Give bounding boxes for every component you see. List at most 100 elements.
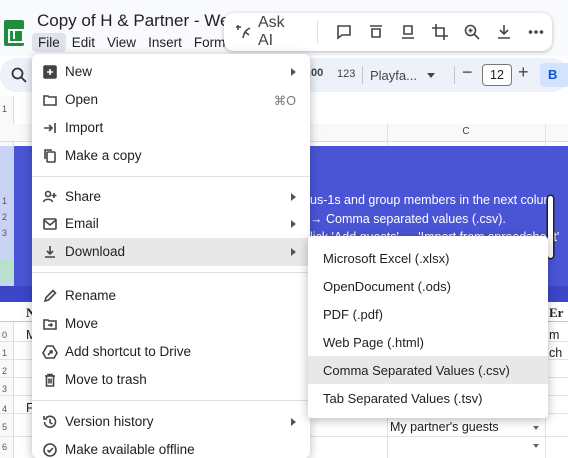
submenu-arrow-icon [291,418,296,426]
menu-item-move[interactable]: Move [32,310,310,338]
decrease-font-size-button[interactable]: − [462,62,473,83]
trash-icon [42,372,58,388]
menu-item-label: Move [65,316,99,331]
number-format-button[interactable]: 123 [337,68,355,80]
comment-icon[interactable] [328,17,360,47]
row-number[interactable]: 2 [2,366,7,376]
submenu-item-label: OpenDocument (.ods) [323,279,451,294]
menubar: File Edit View Insert Forma [32,33,239,52]
email-icon [42,216,58,232]
menu-item-label: Open [65,92,99,107]
cell-text[interactable]: ch [549,346,562,360]
submenu-item-label: Microsoft Excel (.xlsx) [323,251,450,266]
dropdown-arrow-icon[interactable] [533,426,539,430]
menu-item-open[interactable]: Open ⌘O [32,86,310,114]
increase-decimal-button[interactable]: .00 [308,67,323,79]
menu-item-make-a-copy[interactable]: Make a copy [32,142,310,170]
menu-item-label: Move to trash [65,372,147,387]
toolbar-divider [362,66,363,84]
increase-font-size-button[interactable]: + [518,62,529,83]
submenu-arrow-icon [291,220,296,228]
download-csv[interactable]: Comma Separated Values (.csv) [308,356,548,384]
menu-item-email[interactable]: Email [32,210,310,238]
row-number[interactable]: 4 [2,404,7,414]
download-xlsx[interactable]: Microsoft Excel (.xlsx) [308,244,548,272]
menu-item-share[interactable]: Share [32,183,310,211]
menu-insert[interactable]: Insert [142,33,188,52]
menu-item-label: Download [65,244,126,259]
cell-text[interactable]: m [549,328,559,342]
instruction-line-2: → Comma separated values (.csv). [310,212,506,226]
menu-item-make-offline[interactable]: Make available offline [32,436,310,458]
row-number[interactable]: 6 [2,442,7,452]
menu-edit[interactable]: Edit [66,33,101,52]
download-icon [42,244,58,260]
menu-item-label: New [65,64,93,79]
shortcut-label: ⌘O [273,94,296,108]
row-header-green [0,259,14,281]
submenu-item-label: PDF (.pdf) [323,307,383,322]
sheets-logo-icon[interactable] [4,20,24,46]
row-number[interactable]: 3 [2,384,7,394]
download-pdf[interactable]: PDF (.pdf) [308,300,548,328]
drive-shortcut-icon [42,344,58,360]
submenu-arrow-icon [291,193,296,201]
submenu-item-label: Comma Separated Values (.csv) [323,363,510,378]
menu-item-import[interactable]: Import [32,114,310,142]
row-number[interactable]: 1 [2,348,7,358]
search-icon[interactable] [10,66,28,84]
download-tsv[interactable]: Tab Separated Values (.tsv) [308,384,548,412]
menu-item-label: Add shortcut to Drive [65,344,192,359]
submenu-item-label: Tab Separated Values (.tsv) [323,391,483,406]
font-select[interactable]: Playfa... [370,64,448,86]
dropdown-arrow-icon[interactable] [533,444,539,448]
zoom-in-icon[interactable] [456,17,488,47]
download-icon[interactable] [488,17,520,47]
menu-item-new[interactable]: New [32,58,310,86]
import-icon [42,120,58,136]
download-html[interactable]: Web Page (.html) [308,328,548,356]
submenu-arrow-icon [291,68,296,76]
row-number[interactable]: 5 [2,422,7,432]
menu-divider [32,176,310,177]
menu-item-move-to-trash[interactable]: Move to trash [32,366,310,394]
align-bottom-icon[interactable] [392,17,424,47]
menu-divider [32,272,310,273]
banner-scrollbar[interactable] [548,196,553,258]
align-top-icon[interactable] [360,17,392,47]
font-size-input[interactable]: 12 [482,64,512,86]
download-ods[interactable]: OpenDocument (.ods) [308,272,548,300]
document-title[interactable]: Copy of H & Partner - Wedd [37,11,248,31]
menu-item-label: Import [65,120,104,135]
download-submenu: Microsoft Excel (.xlsx) OpenDocument (.o… [308,236,548,418]
bold-button[interactable]: B [540,63,568,87]
header-cell-er[interactable]: Er [549,305,563,321]
menu-item-version-history[interactable]: Version history [32,408,310,436]
row-number[interactable]: 3 [2,228,7,238]
menu-item-label: Version history [65,414,154,429]
history-icon [42,414,58,430]
row-number[interactable]: 1 [2,104,7,114]
ask-ai-button[interactable]: Ask AI [234,14,319,49]
submenu-item-label: Web Page (.html) [323,335,424,350]
chevron-down-icon [426,72,435,78]
menu-item-label: Share [65,189,102,204]
menu-item-rename[interactable]: Rename [32,282,310,310]
more-icon[interactable] [520,17,552,47]
partner-guests-cell[interactable]: My partner's guests [390,420,499,434]
file-menu: New Open ⌘O Import Make a copy Share Ema… [32,54,310,458]
menu-divider [32,400,310,401]
new-icon [42,64,58,80]
row-number[interactable]: 1 [2,196,7,206]
row-number[interactable]: 0 [2,330,7,340]
row-number[interactable]: 2 [2,212,7,222]
copy-icon [42,148,58,164]
crop-icon[interactable] [424,17,456,47]
menu-file[interactable]: File [32,33,66,52]
menu-item-download[interactable]: Download [32,238,310,266]
menu-item-add-shortcut[interactable]: Add shortcut to Drive [32,338,310,366]
menu-view[interactable]: View [101,33,142,52]
toolbar-divider [454,66,455,84]
share-icon [42,189,58,205]
column-header-c[interactable]: C [387,126,545,137]
